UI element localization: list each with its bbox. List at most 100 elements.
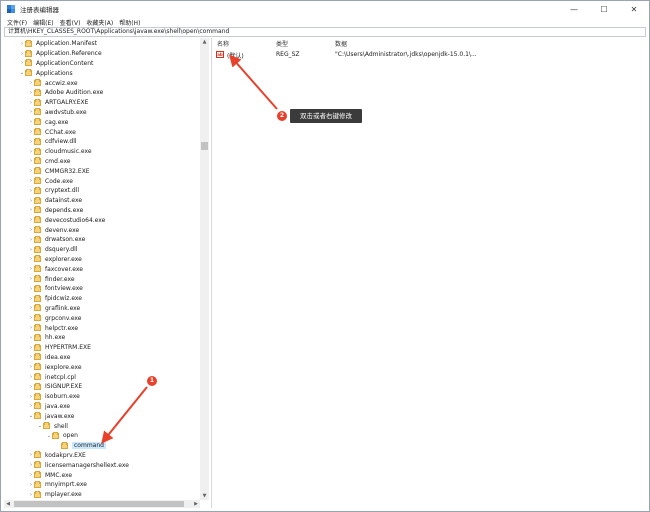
scroll-up-arrow-icon[interactable]: ▲: [200, 38, 209, 46]
tree-item[interactable]: › Application.Reference: [19, 49, 102, 59]
folder-icon: [34, 392, 41, 400]
tree-item-label: cmd.exe: [45, 157, 71, 165]
scroll-left-arrow-icon[interactable]: ◀: [4, 500, 12, 508]
tree-item[interactable]: › cag.exe: [28, 117, 68, 127]
tree-item[interactable]: › Code.exe: [28, 176, 73, 186]
folder-icon: [34, 402, 41, 410]
tree-item[interactable]: › Adobe Audition.exe: [28, 88, 103, 98]
menu-file[interactable]: 文件(F): [7, 18, 27, 27]
tree-item[interactable]: › cdfview.dll: [28, 137, 77, 147]
folder-icon: [34, 294, 41, 302]
tree-item-label: Code.exe: [45, 177, 73, 185]
value-row-default[interactable]: ab (默认) REG_SZ "C:\Users\Administrator\.…: [213, 50, 647, 60]
folder-icon: [34, 216, 41, 224]
tree-item[interactable]: › ISIGNUP.EXE: [28, 382, 82, 392]
folder-icon: [34, 373, 41, 381]
value-type: REG_SZ: [276, 51, 300, 58]
scroll-thumb[interactable]: [201, 142, 208, 150]
folder-icon: [34, 186, 41, 194]
tree-item[interactable]: › CMMGR32.EXE: [28, 166, 90, 176]
tree-item[interactable]: › explorer.exe: [28, 255, 82, 265]
tree-item[interactable]: › datainst.exe: [28, 196, 82, 206]
tree-item[interactable]: › MMC.exe: [28, 470, 72, 480]
tree-item[interactable]: › HYPERTRM.EXE: [28, 343, 91, 353]
menu-help[interactable]: 帮助(H): [119, 18, 140, 27]
tree-item[interactable]: › awdvstub.exe: [28, 108, 87, 118]
tree-item-label: ARTGALRY.EXE: [45, 99, 89, 107]
tree-item-label: inetcpl.cpl: [45, 373, 76, 381]
folder-icon: [34, 157, 41, 165]
tree-item[interactable]: › cryptext.dll: [28, 186, 79, 196]
tree-item-label: graflink.exe: [45, 304, 81, 312]
tree-item[interactable]: › fpidcwiz.exe: [28, 294, 82, 304]
tree-item[interactable]: › ARTGALRY.EXE: [28, 98, 88, 108]
close-button[interactable]: ✕: [619, 1, 649, 17]
tree-item[interactable]: › faxcover.exe: [28, 264, 83, 274]
tree-item[interactable]: › fontview.exe: [28, 284, 83, 294]
value-list: 名称 类型 数据 ab (默认) REG_SZ "C:\Users\Admini…: [213, 38, 647, 508]
tree-item[interactable]: › licensemanagershellext.exe: [28, 460, 129, 470]
tree-item[interactable]: › drwatson.exe: [28, 235, 85, 245]
tree-item[interactable]: › CChat.exe: [28, 127, 76, 137]
value-data: "C:\Users\Administrator\.jdks\openjdk-15…: [335, 51, 477, 58]
tree-vertical-scrollbar[interactable]: ▲ ▼: [200, 38, 209, 500]
tree-item[interactable]: ⌄ Applications: [19, 68, 73, 78]
folder-icon: [25, 69, 32, 77]
tree-item[interactable]: › isoburn.exe: [28, 392, 80, 402]
tree-item[interactable]: › finder.exe: [28, 274, 75, 284]
tree-item[interactable]: › cmd.exe: [28, 157, 71, 167]
folder-icon: [34, 196, 41, 204]
tree-item[interactable]: › inetcpl.cpl: [28, 372, 76, 382]
tree-item[interactable]: › graflink.exe: [28, 304, 80, 314]
menu-favorites[interactable]: 收藏夹(A): [86, 18, 113, 27]
tree-item[interactable]: command: [55, 441, 106, 451]
tree-item[interactable]: › dsquery.dll: [28, 245, 77, 255]
column-header-data[interactable]: 数据: [335, 39, 347, 48]
tree-item[interactable]: ⌄ open: [46, 431, 78, 441]
tree-item-label: Adobe Audition.exe: [45, 89, 104, 97]
tree-item[interactable]: › depends.exe: [28, 206, 83, 216]
tree-horizontal-scrollbar[interactable]: ◀ ▶: [4, 500, 200, 508]
tree-item[interactable]: › iexplore.exe: [28, 362, 82, 372]
tree-item[interactable]: › ApplicationContent: [19, 59, 93, 69]
tree-item[interactable]: › kodakprv.EXE: [28, 451, 86, 461]
tree-item[interactable]: › devenv.exe: [28, 225, 79, 235]
tree-item[interactable]: › idea.exe: [28, 353, 70, 363]
tree-item-label: Applications: [36, 69, 73, 77]
folder-icon: [34, 79, 41, 87]
scroll-right-arrow-icon[interactable]: ▶: [192, 500, 200, 508]
tree-item[interactable]: › grpconv.exe: [28, 313, 82, 323]
tree-item[interactable]: › accwiz.exe: [28, 78, 78, 88]
value-name: (默认): [227, 53, 244, 60]
folder-icon: [34, 480, 41, 488]
tree-item[interactable]: › hh.exe: [28, 333, 65, 343]
folder-icon: [34, 235, 41, 243]
maximize-button[interactable]: ☐: [589, 1, 619, 17]
folder-icon: [34, 343, 41, 351]
address-bar[interactable]: 计算机\HKEY_CLASSES_ROOT\Applications\javaw…: [4, 27, 646, 37]
tree-item[interactable]: › helpctr.exe: [28, 323, 78, 333]
tree-item[interactable]: › devecostudio64.exe: [28, 215, 105, 225]
column-header-name[interactable]: 名称: [217, 39, 229, 48]
column-header-type[interactable]: 类型: [276, 39, 288, 48]
tree-item-label: cag.exe: [45, 118, 69, 126]
tree-item[interactable]: ⌄ javaw.exe: [28, 411, 74, 421]
tree-item[interactable]: › mnyimprt.exe: [28, 480, 87, 490]
folder-icon: [34, 284, 41, 292]
tree-item-label: open: [63, 432, 78, 440]
scroll-thumb-horizontal[interactable]: [14, 501, 184, 507]
tree-item[interactable]: › mplayer.exe: [28, 490, 82, 500]
folder-icon: [34, 147, 41, 155]
menu-edit[interactable]: 编辑(E): [33, 18, 53, 27]
step-1-badge: 1: [147, 376, 157, 386]
scroll-down-arrow-icon[interactable]: ▼: [200, 492, 209, 500]
tree-item[interactable]: › java.exe: [28, 402, 70, 412]
tree-item[interactable]: › cloudmusic.exe: [28, 147, 92, 157]
folder-icon: [25, 39, 32, 47]
folder-icon: [34, 206, 41, 214]
menu-view[interactable]: 查看(V): [60, 18, 81, 27]
tree-item[interactable]: ⌄ shell: [37, 421, 68, 431]
folder-icon: [34, 471, 41, 479]
tree-item[interactable]: › Application.Manifest: [19, 39, 97, 49]
minimize-button[interactable]: —: [559, 1, 589, 17]
